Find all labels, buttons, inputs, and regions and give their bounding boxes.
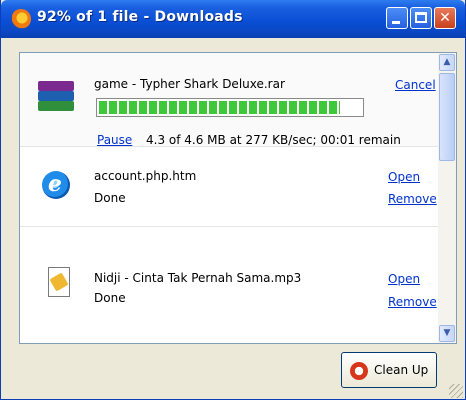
rar-book-green — [38, 101, 74, 111]
vertical-scrollbar[interactable]: ▲ ▼ — [438, 53, 456, 343]
transfer-status: 4.3 of 4.6 MB at 277 KB/sec; 00:01 remai… — [146, 133, 401, 147]
clean-up-label: Clean Up — [374, 363, 429, 377]
download-item[interactable]: game - Typher Shark Deluxe.rar Cancel Pa… — [20, 53, 438, 147]
download-filename: account.php.htm — [94, 169, 197, 183]
close-button[interactable]: ✕ — [434, 7, 456, 29]
pause-link[interactable]: Pause — [97, 133, 132, 147]
internet-explorer-icon: e — [42, 171, 70, 199]
open-link[interactable]: Open — [388, 272, 420, 286]
firefox-icon — [11, 9, 31, 29]
rar-book-purple — [38, 81, 74, 91]
download-status: Done — [94, 291, 126, 305]
cancel-link[interactable]: Cancel — [395, 78, 436, 92]
music-note-icon — [49, 272, 69, 292]
maximize-icon — [415, 12, 427, 23]
scroll-up-button[interactable]: ▲ — [439, 54, 455, 71]
download-progress-bar — [96, 98, 364, 117]
close-icon: ✕ — [439, 10, 451, 26]
resize-grip[interactable] — [449, 384, 463, 398]
window-title: 92% of 1 file - Downloads — [37, 9, 243, 25]
download-item[interactable]: Nidji - Cinta Tak Pernah Sama.mp3 Done O… — [20, 227, 438, 343]
minimize-icon — [392, 21, 400, 24]
winrar-icon — [38, 81, 74, 111]
open-link[interactable]: Open — [388, 170, 420, 184]
remove-link[interactable]: Remove — [388, 295, 437, 309]
chevron-down-icon: ▼ — [443, 328, 451, 338]
chevron-up-icon: ▲ — [443, 57, 451, 67]
download-list[interactable]: game - Typher Shark Deluxe.rar Cancel Pa… — [19, 52, 457, 344]
scroll-thumb[interactable] — [439, 73, 455, 161]
download-status: Done — [94, 191, 126, 205]
remove-link[interactable]: Remove — [388, 192, 437, 206]
scroll-down-button[interactable]: ▼ — [439, 325, 455, 342]
mp3-file-icon — [48, 267, 70, 297]
minimize-button[interactable] — [386, 7, 408, 29]
download-filename: Nidji - Cinta Tak Pernah Sama.mp3 — [94, 271, 302, 285]
download-filename: game - Typher Shark Deluxe.rar — [94, 77, 285, 91]
ie-letter: e — [48, 171, 62, 197]
title-bar[interactable]: 92% of 1 file - Downloads ✕ — [1, 0, 465, 38]
clean-up-icon — [350, 362, 368, 380]
rar-book-blue — [38, 91, 74, 101]
maximize-button[interactable] — [410, 7, 432, 29]
downloads-window: 92% of 1 file - Downloads ✕ game - Typhe… — [0, 0, 466, 400]
progress-fill — [99, 101, 341, 114]
clean-up-button[interactable]: Clean Up — [341, 352, 437, 388]
download-item[interactable]: e account.php.htm Done Open Remove — [20, 147, 438, 227]
